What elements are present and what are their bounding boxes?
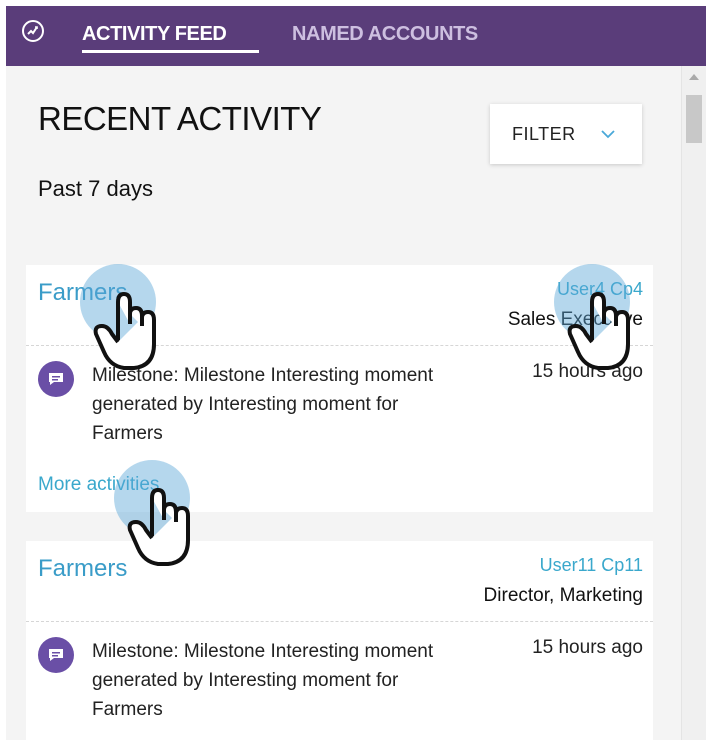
more-activities-link[interactable]: More activities	[38, 474, 159, 496]
user-role: Sales Executive	[507, 309, 643, 330]
chevron-down-icon	[600, 126, 616, 144]
user-link[interactable]: User4 Cp4	[557, 279, 643, 300]
tab-activity-feed[interactable]: ACTIVITY FEED	[82, 23, 227, 46]
chat-bubble-icon	[38, 361, 74, 397]
scroll-up-arrow-icon[interactable]	[689, 74, 699, 80]
activity-card: Farmers User4 Cp4 Sales Executive Milest…	[26, 265, 653, 512]
user-role: Director, Marketing	[483, 585, 643, 606]
date-range-label: Past 7 days	[38, 176, 153, 201]
card-divider	[26, 345, 653, 346]
vertical-scrollbar[interactable]	[681, 66, 706, 740]
filter-button[interactable]: FILTER	[490, 104, 642, 164]
filter-label: FILTER	[512, 124, 576, 144]
top-nav-bar: ACTIVITY FEED NAMED ACCOUNTS	[6, 6, 706, 66]
activity-description: Milestone: Milestone Interesting moment …	[92, 641, 434, 720]
account-link[interactable]: Farmers	[38, 555, 127, 583]
account-link[interactable]: Farmers	[38, 279, 127, 307]
page-title: RECENT ACTIVITY	[38, 100, 322, 137]
activity-description: Milestone: Milestone Interesting moment …	[92, 365, 434, 444]
activity-timestamp: 15 hours ago	[532, 361, 643, 382]
chat-bubble-icon	[38, 637, 74, 673]
activity-timestamp: 15 hours ago	[532, 637, 643, 658]
tab-named-accounts[interactable]: NAMED ACCOUNTS	[292, 23, 478, 46]
brand-logo-icon[interactable]	[22, 20, 44, 42]
activity-panel: RECENT ACTIVITY Past 7 days FILTER Farme…	[6, 66, 681, 740]
scroll-thumb[interactable]	[686, 95, 702, 143]
active-tab-indicator	[82, 50, 259, 53]
user-link[interactable]: User11 Cp11	[540, 555, 643, 576]
card-divider	[26, 621, 653, 622]
activity-card: Farmers User11 Cp11 Director, Marketing …	[26, 541, 653, 740]
